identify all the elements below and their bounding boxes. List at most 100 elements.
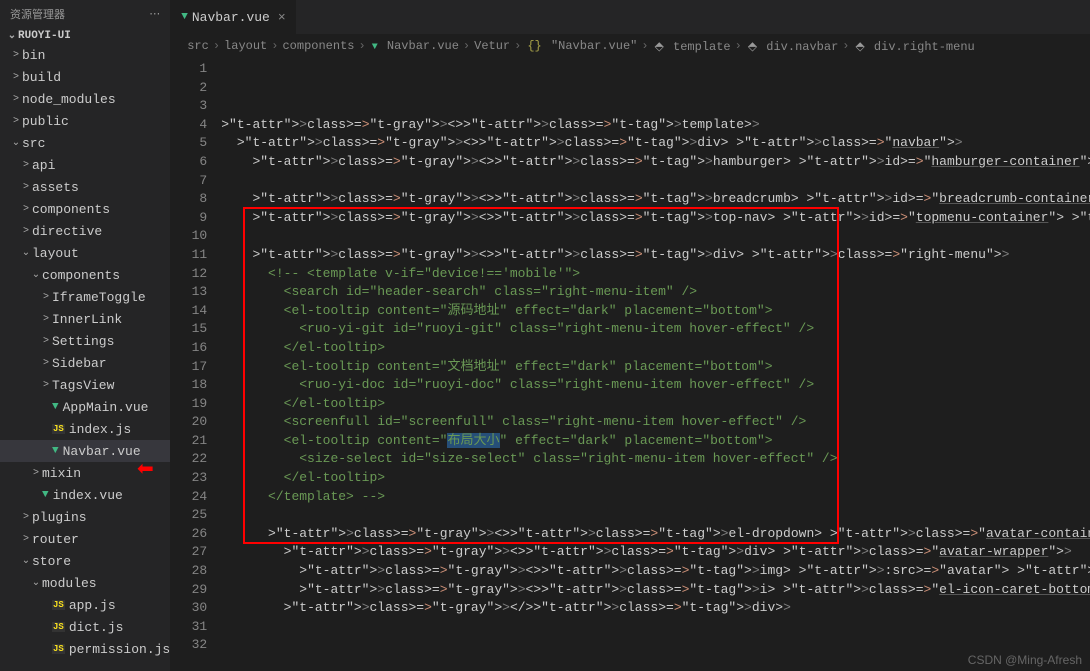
code-line[interactable]: <el-tooltip content="源码地址" effect="dark"… [221,302,1090,321]
code-line[interactable]: >"t-attr">>class>=>"t-gray">></>>"t-attr… [221,599,1090,618]
breadcrumb-item[interactable]: layout [224,39,267,53]
code-line[interactable]: <size-select id="size-select" class="rig… [221,450,1090,469]
code-line[interactable]: >"t-attr">>class>=>"t-gray">><>>"t-attr"… [221,153,1090,172]
tree-item-store[interactable]: ⌄store [0,550,170,572]
code-line[interactable]: >"t-attr">>class>=>"t-gray">><>>"t-attr"… [221,190,1090,209]
code-line[interactable]: <el-tooltip content="文档地址" effect="dark"… [221,358,1090,377]
vue-icon: ▼ [52,401,59,413]
code-line[interactable]: </el-tooltip> [221,395,1090,414]
chevron-icon: > [10,72,22,83]
tree-label: Settings [52,334,114,349]
tree-item-router[interactable]: >router [0,528,170,550]
code-line[interactable]: >"t-attr">>class>=>"t-gray">><>>"t-attr"… [221,581,1090,600]
code-line[interactable]: <ruo-yi-git id="ruoyi-git" class="right-… [221,320,1090,339]
code-line[interactable]: </el-tooltip> [221,339,1090,358]
explorer-title: 资源管理器 [10,6,65,22]
chevron-icon: ⌄ [20,555,32,567]
tree-item-directive[interactable]: >directive [0,220,170,242]
chevron-icon: > [10,94,22,105]
code-line[interactable] [221,172,1090,191]
tree-item-dict-js[interactable]: JSdict.js [0,616,170,638]
tree-label: Sidebar [52,356,107,371]
tree-item-iframetoggle[interactable]: >IframeToggle [0,286,170,308]
js-icon: JS [52,600,65,610]
line-numbers: 1234567891011121314151617181920212223242… [171,58,221,671]
code-line[interactable]: <!-- <template v-if="device!=='mobile'"> [221,265,1090,284]
tree-item-layout[interactable]: ⌄layout [0,242,170,264]
tree-item-components[interactable]: >components [0,198,170,220]
code-line[interactable]: >"t-attr">>class>=>"t-gray">><>>"t-attr"… [221,543,1090,562]
breadcrumb-item[interactable]: src [187,39,209,53]
tab-label: Navbar.vue [192,10,270,25]
tree-item-tagsview[interactable]: >TagsView [0,374,170,396]
chevron-icon: > [20,160,32,171]
tree-item-settings[interactable]: >Settings [0,330,170,352]
tree-item-bin[interactable]: >bin [0,44,170,66]
more-icon[interactable]: ⋯ [149,7,160,21]
tree-label: public [22,114,69,129]
tree-item-node_modules[interactable]: >node_modules [0,88,170,110]
tree-item-src[interactable]: ⌄src [0,132,170,154]
code-editor[interactable]: 1234567891011121314151617181920212223242… [171,58,1090,671]
breadcrumb-item[interactable]: ⬘ template [653,39,731,54]
chevron-icon: > [20,512,32,523]
watermark: CSDN @Ming-Afresh [968,653,1082,667]
code-line[interactable]: >"t-attr">>class>=>"t-gray">><>>"t-attr"… [221,116,1090,135]
vue-icon: ▼ [42,489,49,501]
chevron-icon: > [40,336,52,347]
tree-item-permission-js[interactable]: JSpermission.js [0,638,170,660]
breadcrumb-item[interactable]: ▼ Navbar.vue [370,39,459,53]
close-icon[interactable]: × [278,10,286,25]
tree-item-api[interactable]: >api [0,154,170,176]
tree-item-app-js[interactable]: JSapp.js [0,594,170,616]
code-line[interactable]: </template> --> [221,488,1090,507]
tree-item-index-vue[interactable]: ▼index.vue [0,484,170,506]
breadcrumb-item[interactable]: ⬘ div.navbar [746,39,838,54]
tree-item-navbar-vue[interactable]: ▼Navbar.vue [0,440,170,462]
code-line[interactable]: >"t-attr">>class>=>"t-gray">><>>"t-attr"… [221,562,1090,581]
tree-item-mixin[interactable]: >mixin [0,462,170,484]
tree-label: plugins [32,510,87,525]
code-line[interactable]: >"t-attr">>class>=>"t-gray">><>>"t-attr"… [221,134,1090,153]
code-line[interactable]: <search id="header-search" class="right-… [221,283,1090,302]
code-line[interactable]: <el-tooltip content="布局大小" effect="dark"… [221,432,1090,451]
tree-label: IframeToggle [52,290,146,305]
chevron-icon: > [20,204,32,215]
tree-item-components[interactable]: ⌄components [0,264,170,286]
breadcrumb[interactable]: src›layout›components›▼ Navbar.vue›Vetur… [171,34,1090,58]
tree-label: node_modules [22,92,116,107]
code-line[interactable]: <screenfull id="screenfull" class="right… [221,413,1090,432]
code-line[interactable]: </el-tooltip> [221,469,1090,488]
tree-label: bin [22,48,45,63]
tree-item-public[interactable]: >public [0,110,170,132]
tree-item-build[interactable]: >build [0,66,170,88]
tree-label: permission.js [69,642,170,657]
code-content[interactable]: >"t-attr">>class>=>"t-gray">><>>"t-attr"… [221,58,1090,671]
breadcrumb-item[interactable]: Vetur [474,39,510,53]
code-line[interactable] [221,227,1090,246]
code-line[interactable]: >"t-attr">>class>=>"t-gray">><>>"t-attr"… [221,209,1090,228]
breadcrumb-sep: › [463,39,470,53]
tab-navbar[interactable]: ▼ Navbar.vue × [171,0,295,34]
tree-label: AppMain.vue [63,400,149,415]
tree-item-assets[interactable]: >assets [0,176,170,198]
breadcrumb-item[interactable]: components [282,39,354,53]
code-line[interactable]: >"t-attr">>class>=>"t-gray">><>>"t-attr"… [221,525,1090,544]
chevron-icon: > [10,116,22,127]
tree-label: components [32,202,110,217]
tree-item-plugins[interactable]: >plugins [0,506,170,528]
tree-item-innerlink[interactable]: >InnerLink [0,308,170,330]
tree-item-appmain-vue[interactable]: ▼ AppMain.vue [0,396,170,418]
code-line[interactable] [221,506,1090,525]
tree-item-sidebar[interactable]: >Sidebar [0,352,170,374]
code-line[interactable]: >"t-attr">>class>=>"t-gray">><>>"t-attr"… [221,246,1090,265]
chevron-icon: > [10,50,22,61]
tree-item-modules[interactable]: ⌄modules [0,572,170,594]
chevron-icon: > [40,380,52,391]
code-line[interactable]: <ruo-yi-doc id="ruoyi-doc" class="right-… [221,376,1090,395]
project-root[interactable]: ⌄ RUOYI-UI [0,28,170,44]
tree-label: api [32,158,55,173]
breadcrumb-item[interactable]: ⬘ div.right-menu [853,39,974,54]
breadcrumb-item[interactable]: {} "Navbar.vue" [525,39,637,53]
tree-item-index-js[interactable]: JSindex.js [0,418,170,440]
